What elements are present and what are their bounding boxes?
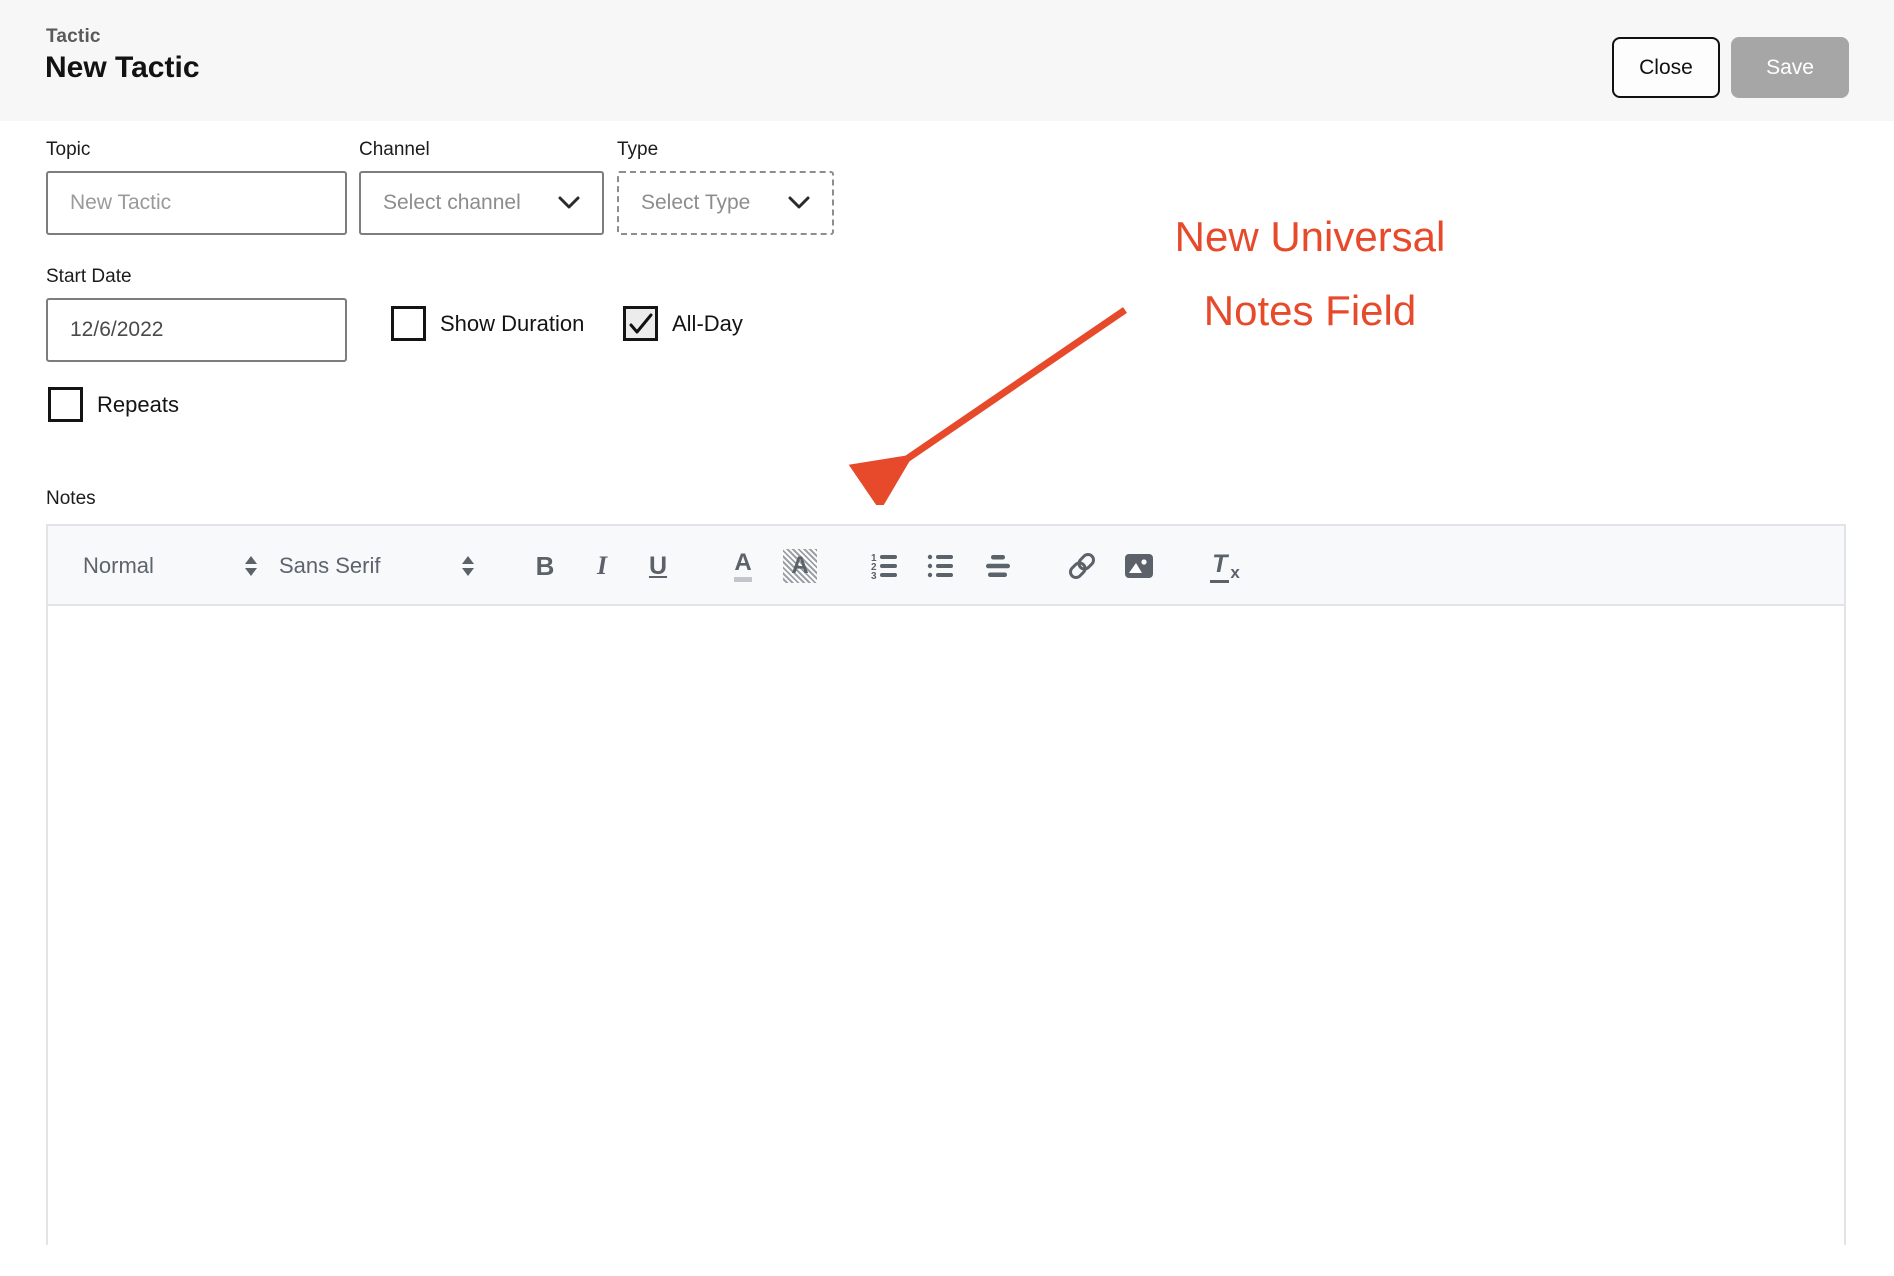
channel-select[interactable]: Select channel (359, 171, 604, 235)
bullet-list-icon (926, 552, 956, 580)
show-duration-label[interactable]: Show Duration (440, 311, 584, 337)
all-day-checkbox[interactable]: All-Day (623, 306, 743, 341)
repeats-label[interactable]: Repeats (97, 392, 179, 418)
annotation-text: New Universal Notes Field (1050, 200, 1570, 348)
bold-button[interactable]: B (526, 526, 564, 606)
type-select-value: Select Type (641, 191, 750, 215)
editor-toolbar: Normal Sans Serif B I U A (48, 526, 1844, 606)
clear-formatting-icon: T (1210, 550, 1229, 583)
image-icon (1123, 552, 1155, 580)
italic-icon: I (597, 551, 607, 581)
ordered-list-icon: 1 2 3 (870, 552, 900, 580)
clear-formatting-button[interactable]: T x (1206, 526, 1244, 606)
repeats-checkbox[interactable]: Repeats (48, 387, 179, 422)
bullet-list-button[interactable] (922, 526, 960, 606)
annotation-line1: New Universal (1050, 200, 1570, 274)
start-date-label: Start Date (46, 266, 132, 288)
underline-icon: U (649, 552, 667, 581)
text-color-button[interactable]: A (724, 526, 762, 606)
show-duration-checkbox-box[interactable] (391, 306, 426, 341)
new-tactic-modal: Tactic New Tactic Close Save Topic Chann… (0, 0, 1894, 1276)
align-button[interactable] (979, 526, 1017, 606)
link-button[interactable] (1063, 526, 1101, 606)
annotation-arrow (840, 290, 1140, 505)
image-button[interactable] (1120, 526, 1158, 606)
topic-input[interactable] (46, 171, 347, 235)
align-icon (983, 552, 1013, 580)
italic-button[interactable]: I (583, 526, 621, 606)
ordered-list-button[interactable]: 1 2 3 (866, 526, 904, 606)
sort-arrows-icon (244, 554, 258, 578)
checkmark-icon (628, 312, 654, 336)
page-title: New Tactic (45, 51, 200, 85)
text-color-icon: A (734, 551, 751, 582)
start-date-input[interactable] (46, 298, 347, 362)
show-duration-checkbox[interactable]: Show Duration (391, 306, 584, 341)
font-family-value: Sans Serif (279, 553, 381, 579)
paragraph-style-dropdown[interactable]: Normal (83, 526, 258, 606)
channel-label: Channel (359, 139, 430, 161)
chevron-down-icon (558, 196, 580, 210)
svg-text:3: 3 (871, 571, 877, 580)
close-button[interactable]: Close (1612, 37, 1720, 98)
type-label: Type (617, 139, 658, 161)
font-family-dropdown[interactable]: Sans Serif (279, 526, 475, 606)
modal-header: Tactic New Tactic Close Save (0, 0, 1894, 121)
underline-button[interactable]: U (639, 526, 677, 606)
background-color-icon: A (783, 549, 817, 583)
channel-select-value: Select channel (383, 191, 521, 215)
background-color-button[interactable]: A (781, 526, 819, 606)
breadcrumb: Tactic (46, 26, 101, 48)
repeats-checkbox-box[interactable] (48, 387, 83, 422)
save-button[interactable]: Save (1731, 37, 1849, 98)
link-icon (1066, 550, 1098, 582)
bold-icon: B (536, 551, 555, 582)
notes-label: Notes (46, 488, 96, 510)
type-select[interactable]: Select Type (617, 171, 834, 235)
topic-label: Topic (46, 139, 90, 161)
sort-arrows-icon (461, 554, 475, 578)
chevron-down-icon (788, 196, 810, 210)
paragraph-style-value: Normal (83, 553, 154, 579)
all-day-label[interactable]: All-Day (672, 311, 743, 337)
annotation-line2: Notes Field (1050, 274, 1570, 348)
notes-rich-text-editor: Normal Sans Serif B I U A (46, 524, 1846, 1245)
all-day-checkbox-box[interactable] (623, 306, 658, 341)
notes-text-area[interactable] (48, 606, 1844, 1245)
